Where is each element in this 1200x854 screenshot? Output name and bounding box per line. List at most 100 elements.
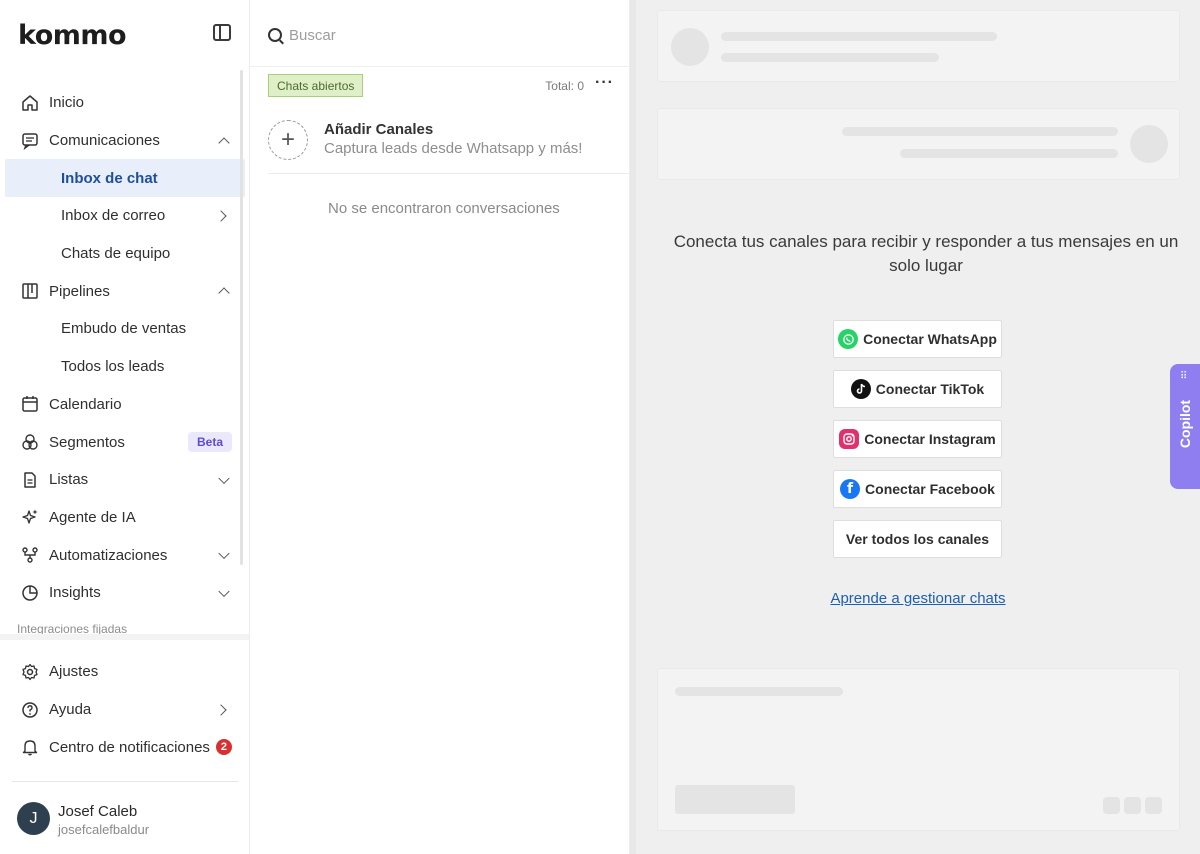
sidebar-item-agente-de-ia[interactable]: Agente de IA (5, 499, 245, 537)
sidebar-item-inbox-de-chat[interactable]: Inbox de chat (5, 159, 245, 198)
home-icon (20, 93, 40, 113)
add-channels-subtitle: Captura leads desde Whatsapp y más! (324, 140, 583, 157)
sidebar-item-chats-de-equipo[interactable]: Chats de equipo (5, 235, 245, 273)
sidebar-item-comunicaciones[interactable]: Comunicaciones (5, 122, 245, 160)
avatar: J (17, 802, 50, 835)
sidebar-item-label: Inbox de chat (61, 169, 158, 187)
panel-toggle-icon[interactable] (213, 24, 231, 41)
logo-row: kommo (18, 18, 233, 52)
sidebar-scrollbar[interactable] (240, 70, 243, 565)
section-divider (0, 634, 249, 640)
sidebar-item-label: Insights (49, 584, 101, 602)
sidebar-item-label: Calendario (49, 395, 122, 413)
search-bar (268, 22, 608, 48)
search-icon (268, 28, 282, 42)
sidebar-item-todos-los-leads[interactable]: Todos los leads (5, 348, 245, 386)
sidebar-item-label: Listas (49, 471, 89, 489)
sparkle-icon (20, 507, 40, 527)
sidebar-item-segmentos[interactable]: Segmentos Beta (5, 423, 245, 461)
user-divider (12, 781, 238, 782)
connect-tiktok-button[interactable]: Conectar TikTok (833, 370, 1002, 408)
skeleton-line (721, 53, 939, 62)
sidebar-item-label: Comunicaciones (49, 132, 160, 150)
chevron-right-icon (215, 703, 227, 716)
chat-list-panel: Chats abiertos Total: 0 ··· + Añadir Can… (250, 0, 630, 854)
skeleton-avatar (1130, 125, 1168, 163)
sidebar-item-automatizaciones[interactable]: Automatizaciones (5, 536, 245, 574)
sidebar-item-listas[interactable]: Listas (5, 461, 245, 499)
sidebar-item-inicio[interactable]: Inicio (5, 84, 245, 122)
beta-badge: Beta (187, 432, 232, 453)
chevron-right-icon (215, 210, 227, 222)
skeleton-button (675, 785, 795, 814)
connect-facebook-button[interactable]: f Conectar Facebook (833, 470, 1002, 508)
sidebar-item-label: Inicio (49, 94, 85, 112)
sidebar-item-label: Centro de notificaciones (49, 738, 210, 756)
sidebar-item-pipelines[interactable]: Pipelines (5, 272, 245, 310)
chat-bubble-icon (20, 131, 40, 151)
copilot-label: Copilot (1177, 399, 1193, 449)
sidebar-item-ayuda[interactable]: Ayuda (5, 691, 245, 729)
more-options-icon[interactable]: ··· (595, 75, 614, 91)
filter-chip-open-chats[interactable]: Chats abiertos (268, 74, 364, 97)
sidebar-item-label: Automatizaciones (49, 546, 168, 564)
sidebar-item-label: Chats de equipo (61, 245, 171, 263)
sidebar-item-notificaciones[interactable]: Centro de notificaciones 2 (5, 728, 245, 766)
skeleton-line (721, 32, 997, 41)
sidebar-item-label: Ajustes (49, 663, 99, 681)
sidebar-item-label: Ayuda (49, 701, 92, 719)
sidebar-item-label: Agente de IA (49, 508, 136, 526)
calendar-icon (20, 394, 40, 414)
connect-tiktok-label: Conectar TikTok (875, 381, 985, 397)
user-login: josefcalefbaldur (58, 822, 150, 837)
copilot-tab[interactable]: ⠿ Copilot (1170, 364, 1200, 489)
bell-icon (20, 737, 40, 757)
skeleton-message-incoming (657, 10, 1180, 82)
chevron-up-icon (218, 136, 230, 149)
connect-whatsapp-button[interactable]: Conectar WhatsApp (833, 320, 1002, 358)
sidebar-item-ajustes[interactable]: Ajustes (5, 653, 245, 691)
bottom-nav: Ajustes Ayuda Centro de notificaciones 2 (5, 653, 245, 766)
sidebar-item-label: Embudo de ventas (61, 320, 187, 338)
sidebar-item-label: Segmentos (49, 433, 125, 451)
segments-icon (20, 432, 40, 452)
user-name: Josef Caleb (58, 803, 138, 820)
skeleton-message-outgoing (657, 108, 1180, 180)
chevron-down-icon (218, 585, 230, 597)
connect-instagram-button[interactable]: Conectar Instagram (833, 420, 1002, 458)
drag-handle-icon[interactable]: ⠿ (1180, 372, 1188, 382)
skeleton-icon (1145, 797, 1162, 814)
connect-prompt: Conecta tus canales para recibir y respo… (673, 232, 1179, 275)
view-all-channels-button[interactable]: Ver todos los canales (833, 520, 1002, 558)
skeleton-line (900, 149, 1118, 158)
connect-facebook-label: Conectar Facebook (865, 481, 995, 497)
search-input[interactable] (289, 26, 589, 44)
total-count: Total: 0 (545, 79, 584, 93)
main-nav: Inicio Comunicaciones Inbox de chat Inbo… (5, 84, 245, 612)
user-profile[interactable]: J Josef Caleb josefcalefbaldur (17, 802, 237, 838)
sidebar-item-label: Pipelines (49, 282, 110, 300)
skeleton-avatar (671, 28, 709, 66)
facebook-icon: f (840, 479, 861, 499)
sidebar: kommo Inicio Comunicaciones Inbox de cha… (0, 0, 250, 854)
skeleton-line (842, 127, 1118, 136)
chevron-down-icon (218, 547, 230, 560)
sidebar-item-insights[interactable]: Insights (5, 574, 245, 612)
sidebar-item-calendario[interactable]: Calendario (5, 386, 245, 424)
tiktok-icon (850, 379, 871, 399)
sidebar-item-embudo-de-ventas[interactable]: Embudo de ventas (5, 310, 245, 348)
connect-instagram-label: Conectar Instagram (864, 431, 996, 447)
learn-manage-chats-link[interactable]: Aprende a gestionar chats (636, 590, 1200, 607)
list-icon (20, 470, 40, 490)
kommo-logo[interactable]: kommo (18, 20, 127, 51)
sidebar-item-inbox-de-correo[interactable]: Inbox de correo (5, 197, 245, 235)
sidebar-item-label: Inbox de correo (61, 207, 166, 225)
add-channels-title: Añadir Canales (324, 121, 434, 138)
skeleton-composer (657, 668, 1180, 831)
whatsapp-icon (838, 329, 859, 349)
add-channels-item[interactable]: + Añadir Canales Captura leads desde Wha… (268, 118, 630, 174)
empty-state-text: No se encontraron conversaciones (328, 200, 560, 217)
skeleton-icon (1103, 797, 1120, 814)
chevron-down-icon (218, 472, 230, 484)
view-all-channels-label: Ver todos los canales (845, 531, 990, 547)
